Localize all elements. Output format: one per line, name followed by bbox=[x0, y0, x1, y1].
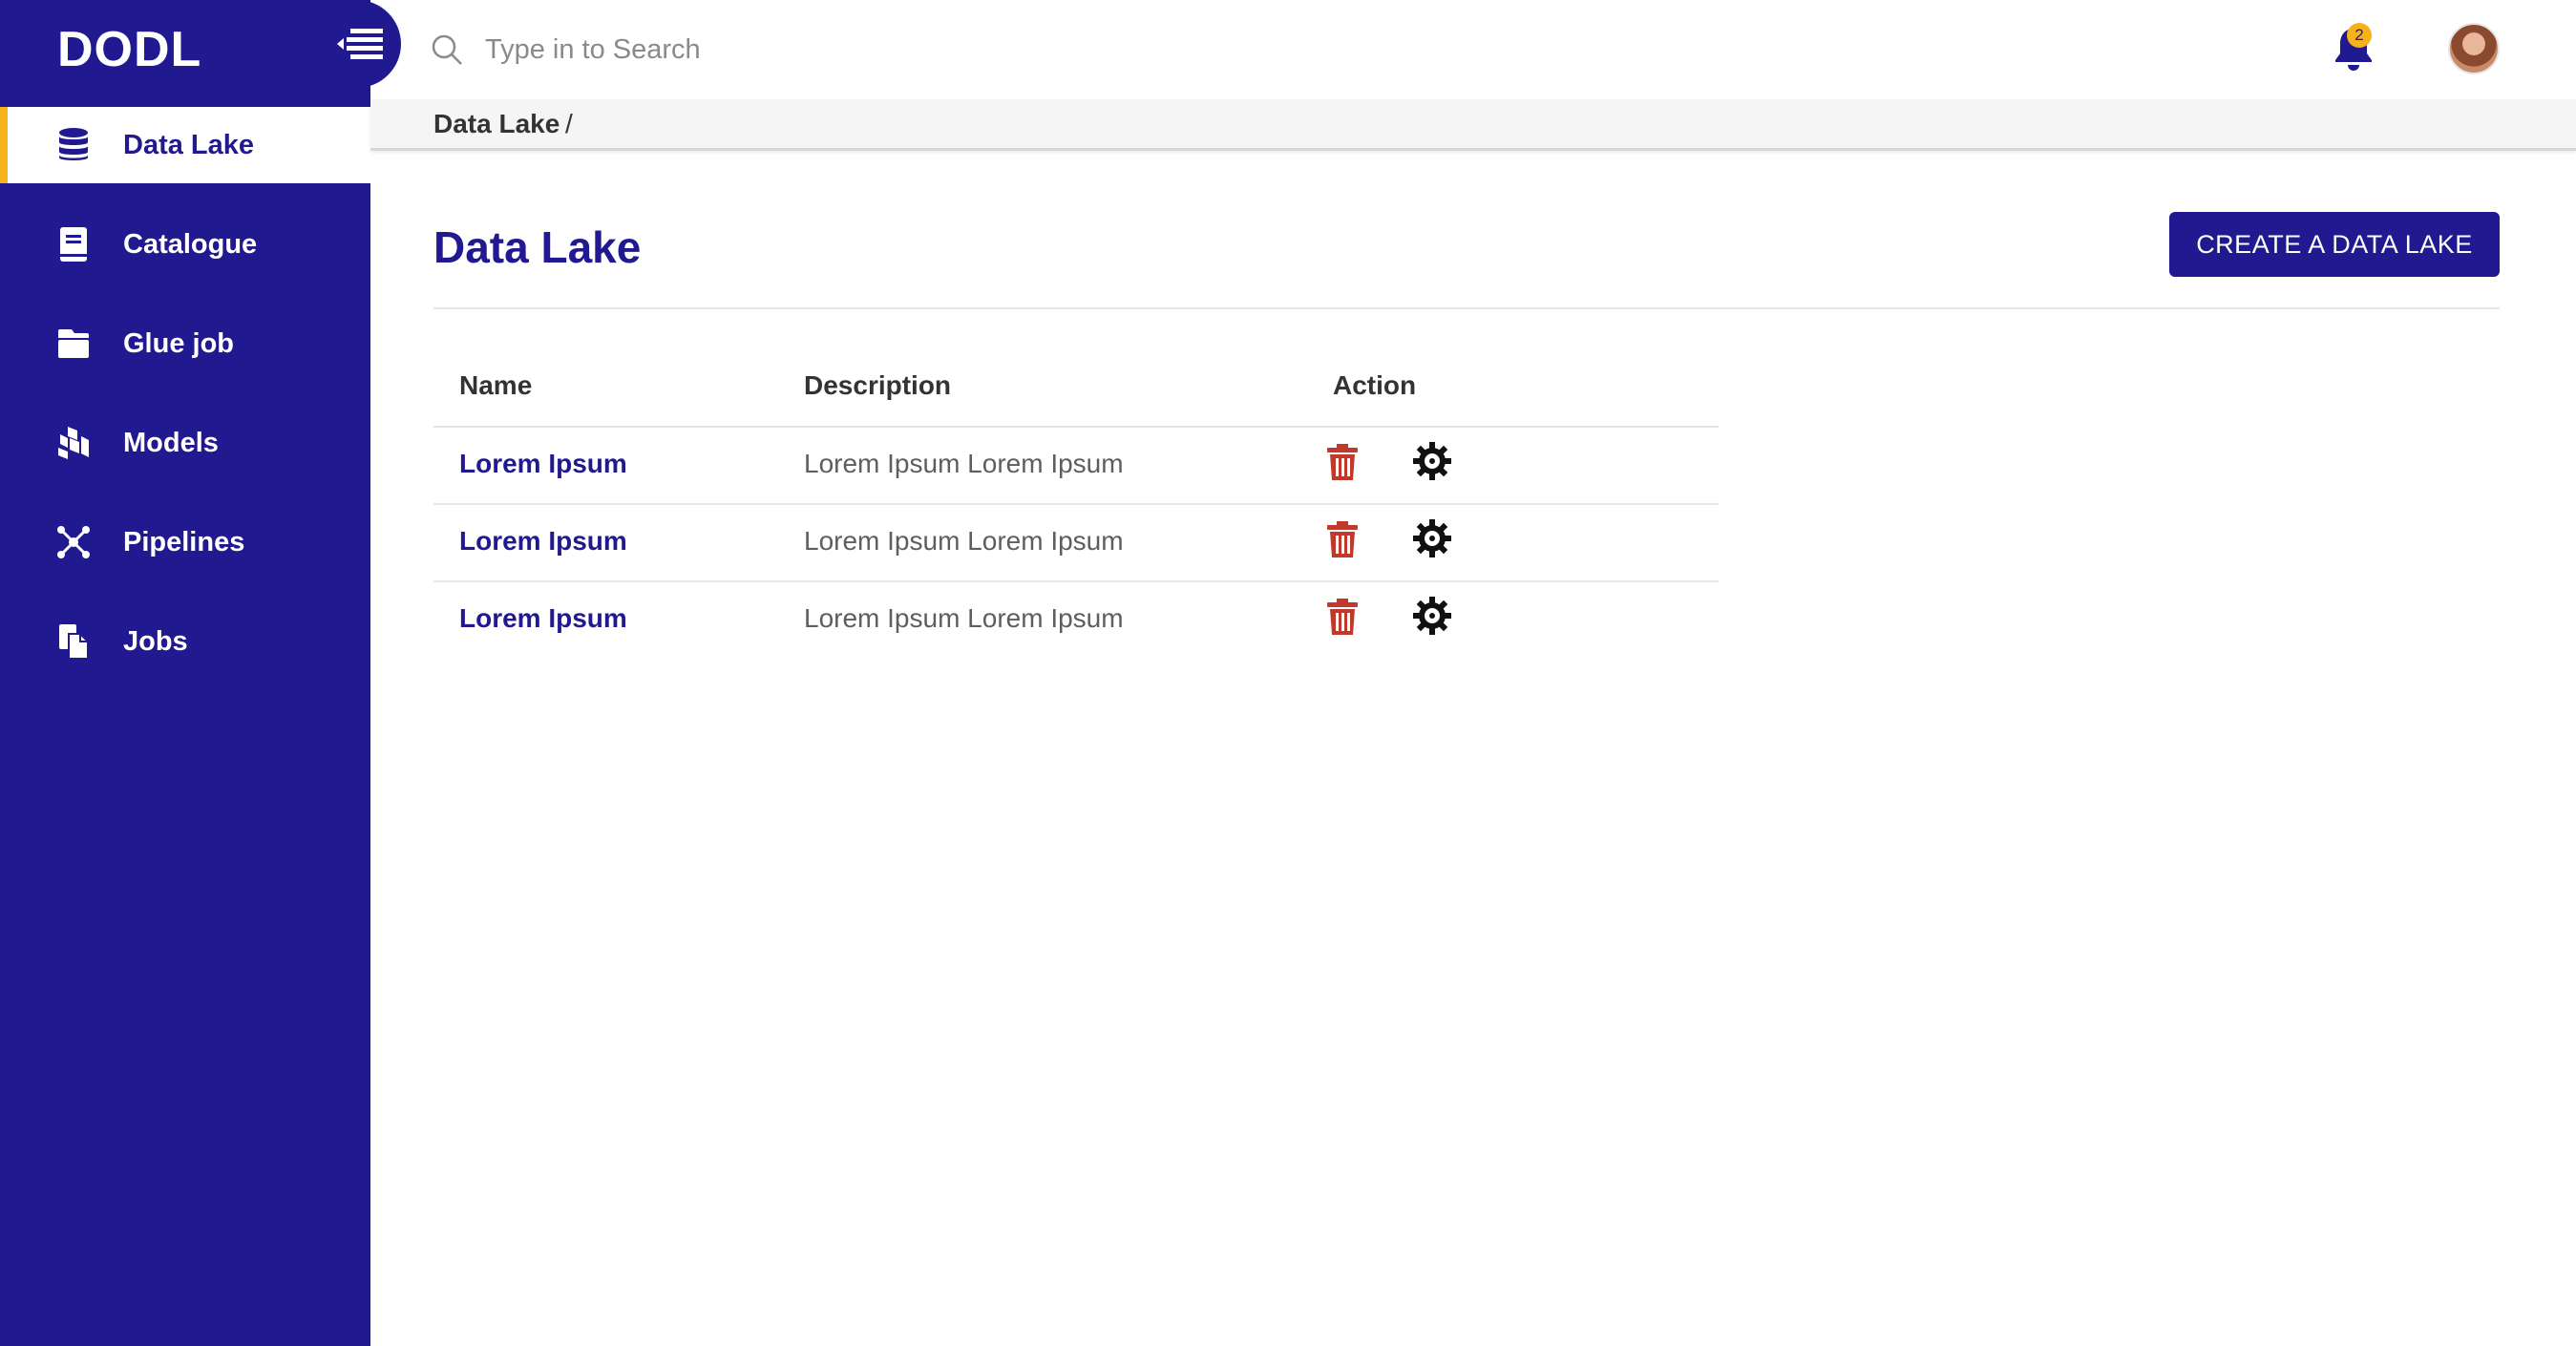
row-name-link[interactable]: Lorem Ipsum bbox=[459, 526, 627, 557]
row-description: Lorem Ipsum Lorem Ipsum bbox=[804, 603, 1124, 633]
gear-icon[interactable] bbox=[1412, 596, 1452, 636]
table-header: Name Description Action bbox=[433, 351, 1719, 428]
search-input[interactable] bbox=[485, 27, 1153, 73]
gear-icon[interactable] bbox=[1412, 441, 1452, 481]
trash-icon[interactable] bbox=[1325, 598, 1360, 636]
book-icon bbox=[55, 226, 92, 263]
breadcrumb: Data Lake / bbox=[370, 99, 2576, 151]
search-icon bbox=[432, 34, 462, 65]
sidebar-nav: Data Lake Catalogue Glue job Models Pipe… bbox=[0, 107, 370, 703]
gear-icon[interactable] bbox=[1412, 518, 1452, 558]
sidebar: DODL Data Lake Catalogue Glue job Models bbox=[0, 0, 370, 1346]
column-header-name: Name bbox=[459, 370, 533, 400]
breadcrumb-separator: / bbox=[565, 109, 573, 138]
create-data-lake-button[interactable]: CREATE A DATA LAKE bbox=[2169, 212, 2500, 277]
table-row: Lorem Ipsum Lorem Ipsum Lorem Ipsum bbox=[433, 505, 1719, 582]
sidebar-item-catalogue[interactable]: Catalogue bbox=[0, 206, 370, 283]
table-row: Lorem Ipsum Lorem Ipsum Lorem Ipsum bbox=[433, 428, 1719, 505]
trash-icon[interactable] bbox=[1325, 520, 1360, 558]
files-icon bbox=[55, 623, 92, 660]
divider bbox=[433, 307, 2500, 309]
sidebar-item-data-lake[interactable]: Data Lake bbox=[0, 107, 370, 183]
boxes-icon bbox=[55, 425, 92, 461]
sidebar-item-jobs[interactable]: Jobs bbox=[0, 603, 370, 680]
user-avatar[interactable] bbox=[2448, 23, 2500, 74]
sidebar-item-pipelines[interactable]: Pipelines bbox=[0, 504, 370, 580]
notification-badge: 2 bbox=[2347, 23, 2372, 48]
sidebar-item-glue-job[interactable]: Glue job bbox=[0, 305, 370, 382]
page-title: Data Lake bbox=[433, 222, 642, 272]
menu-collapse-icon bbox=[337, 29, 383, 59]
database-icon bbox=[55, 127, 92, 163]
folder-icon bbox=[55, 326, 92, 362]
sidebar-item-label: Catalogue bbox=[123, 228, 258, 260]
trash-icon[interactable] bbox=[1325, 443, 1360, 481]
row-description: Lorem Ipsum Lorem Ipsum bbox=[804, 526, 1124, 556]
breadcrumb-item-data-lake[interactable]: Data Lake bbox=[433, 109, 560, 139]
sidebar-item-models[interactable]: Models bbox=[0, 405, 370, 481]
column-header-action: Action bbox=[1333, 370, 1417, 400]
row-name-link[interactable]: Lorem Ipsum bbox=[459, 603, 627, 634]
column-header-description: Description bbox=[804, 370, 952, 400]
row-name-link[interactable]: Lorem Ipsum bbox=[459, 449, 627, 479]
sidebar-item-label: Glue job bbox=[123, 327, 234, 359]
row-description: Lorem Ipsum Lorem Ipsum bbox=[804, 449, 1124, 478]
brand-logo: DODL bbox=[57, 22, 202, 77]
top-bar: 2 bbox=[370, 0, 2576, 99]
table-row: Lorem Ipsum Lorem Ipsum Lorem Ipsum bbox=[433, 582, 1719, 660]
network-icon bbox=[55, 524, 92, 560]
sidebar-item-label: Jobs bbox=[123, 625, 188, 657]
data-lake-table: Name Description Action Lorem Ipsum Lore… bbox=[433, 351, 1719, 660]
sidebar-item-label: Data Lake bbox=[123, 129, 255, 160]
sidebar-item-label: Models bbox=[123, 427, 219, 458]
sidebar-item-label: Pipelines bbox=[123, 526, 245, 557]
